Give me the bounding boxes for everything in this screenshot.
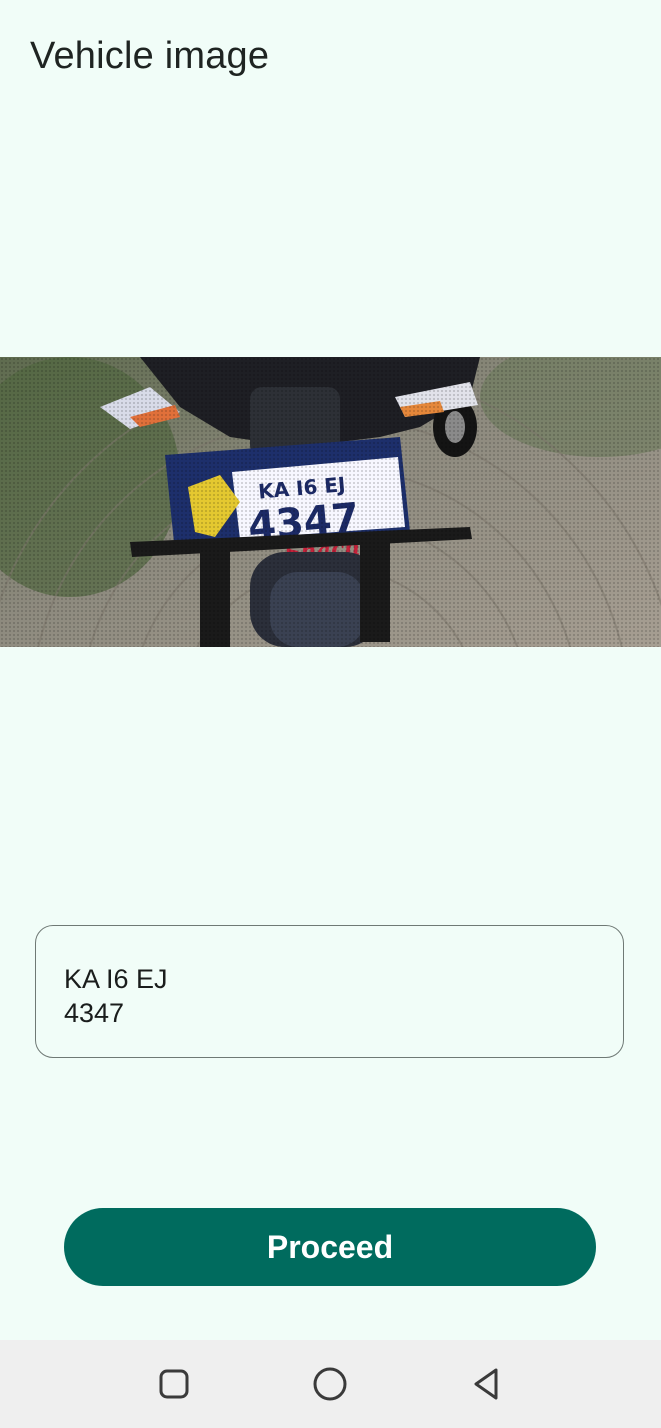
vehicle-photo: KA I6 EJ 4347 Shachi bbox=[0, 357, 661, 647]
home-icon[interactable] bbox=[306, 1360, 354, 1408]
back-icon[interactable] bbox=[462, 1360, 510, 1408]
proceed-button[interactable]: Proceed bbox=[64, 1208, 596, 1286]
plate-number-field[interactable]: KA I6 EJ 4347 bbox=[35, 925, 624, 1058]
page-title: Vehicle image bbox=[30, 35, 270, 77]
vehicle-photo-illustration: KA I6 EJ 4347 Shachi bbox=[0, 357, 661, 647]
system-navigation-bar bbox=[0, 1340, 661, 1428]
recents-icon[interactable] bbox=[150, 1360, 198, 1408]
